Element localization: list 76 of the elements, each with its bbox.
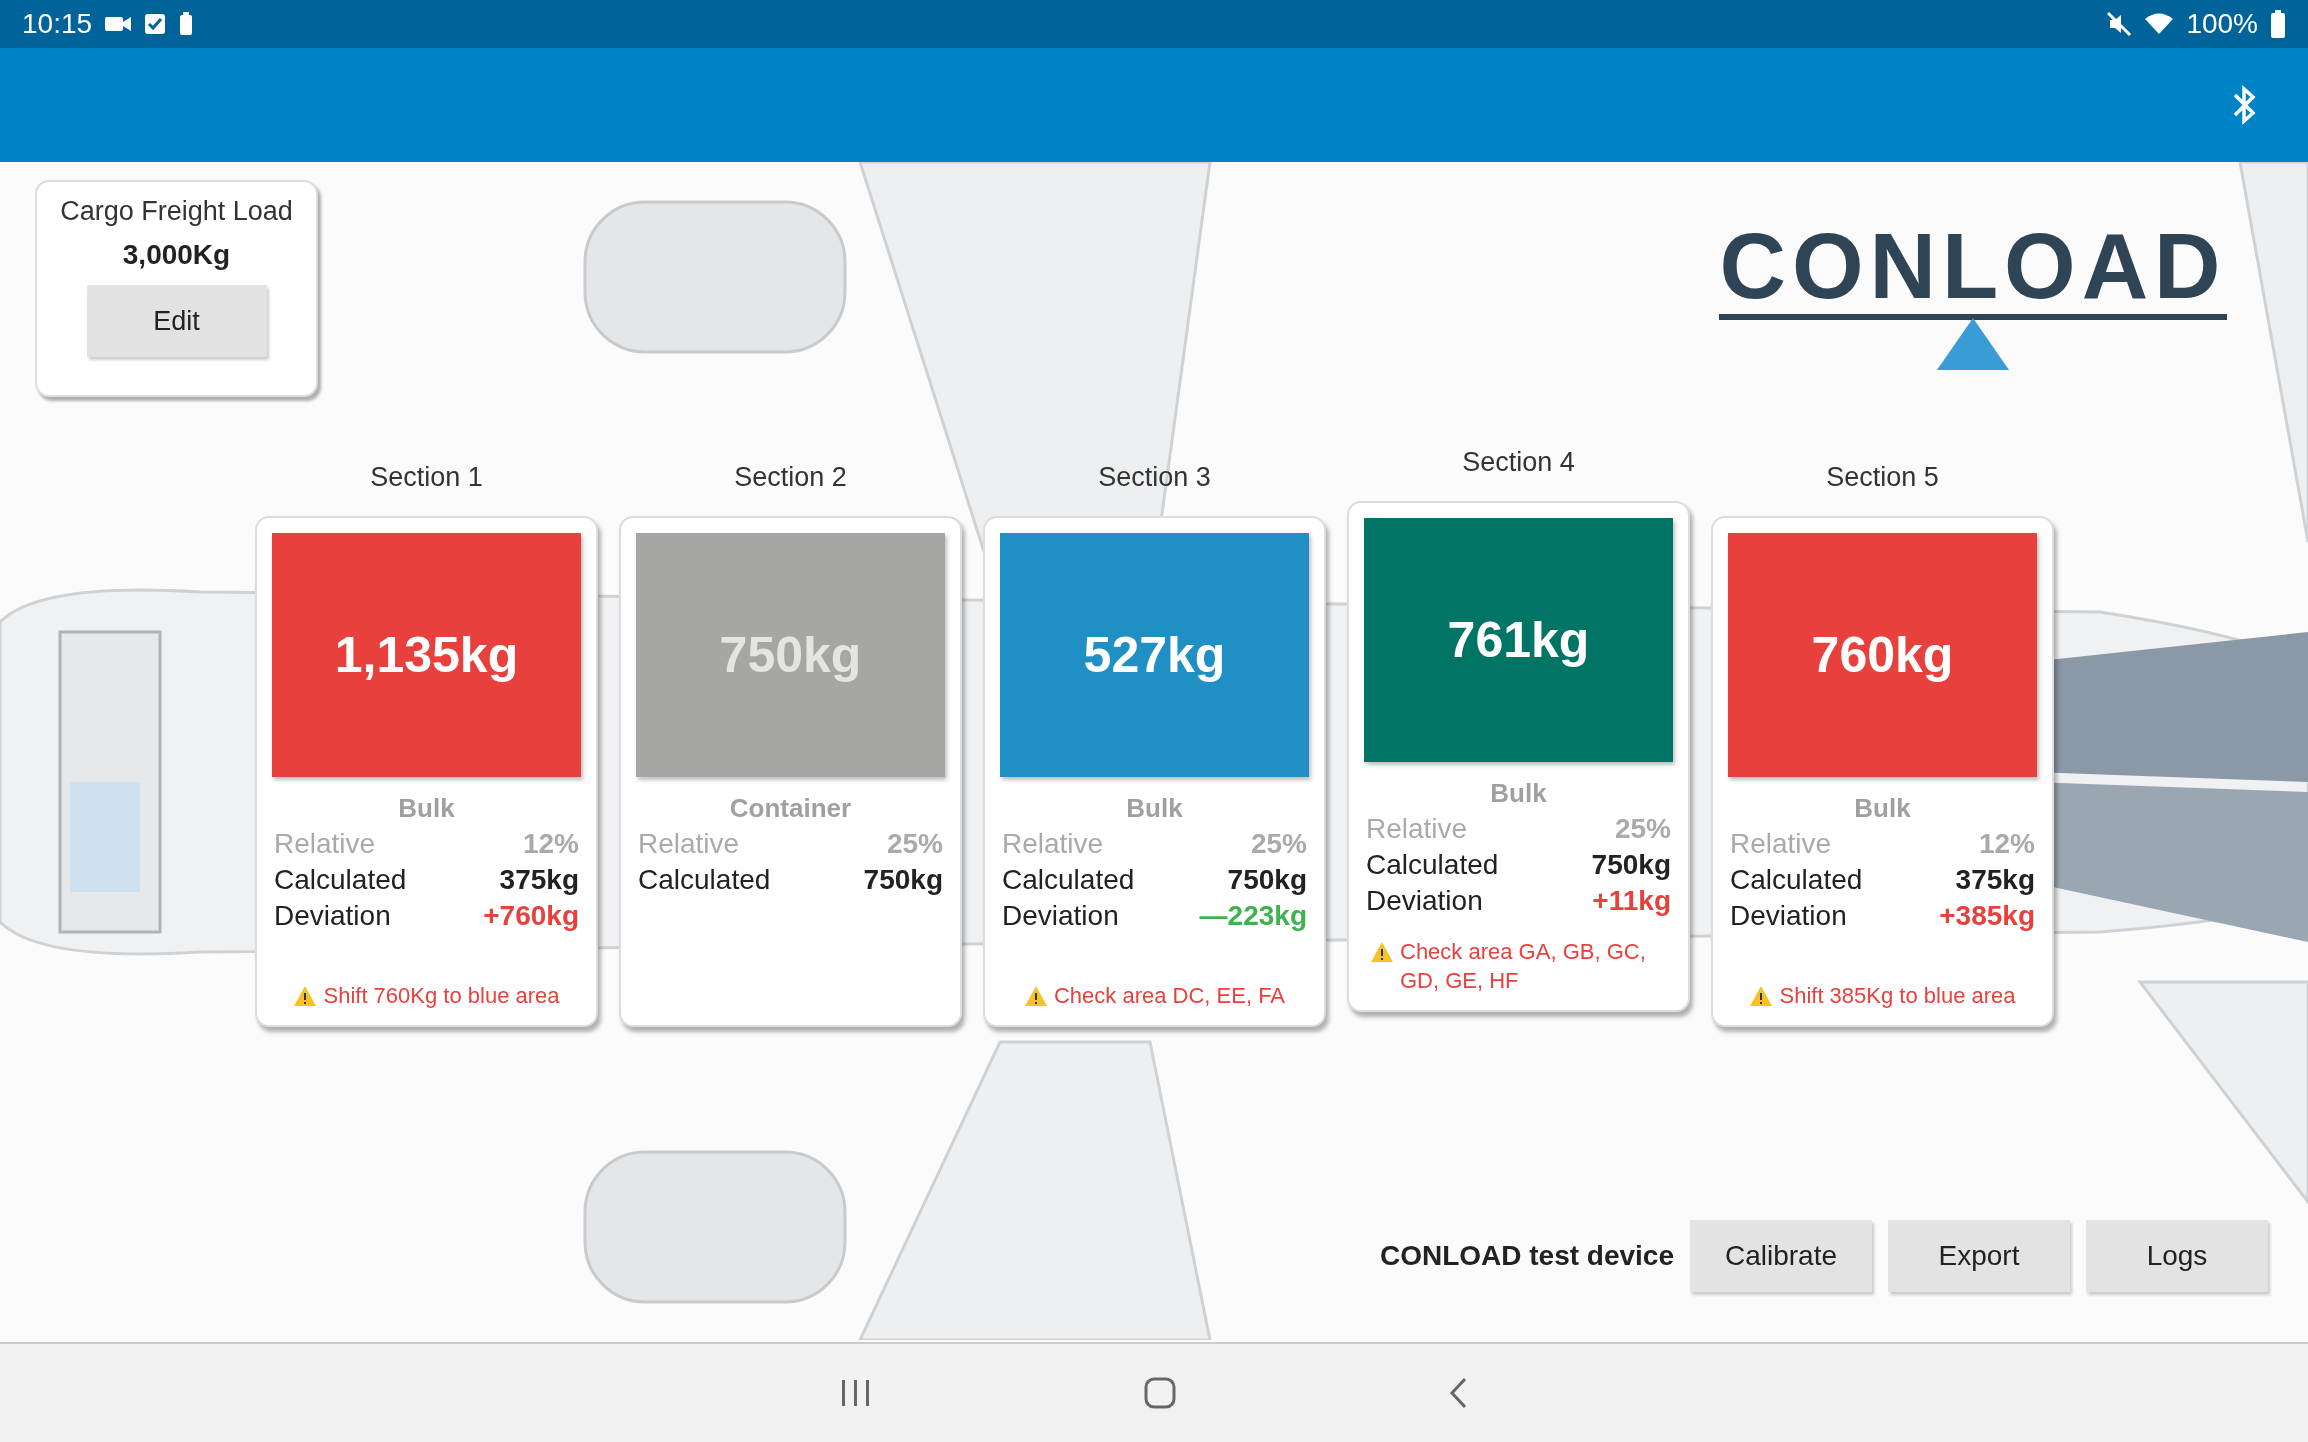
warning-icon	[1749, 985, 1774, 1008]
back-icon[interactable]	[1447, 1376, 1469, 1410]
status-time: 10:15	[22, 8, 93, 40]
checkbox-icon	[144, 13, 167, 35]
edit-button[interactable]: Edit	[86, 285, 267, 357]
section-label: Section 3	[1098, 462, 1211, 494]
relative-label: Relative	[274, 828, 376, 860]
relative-label: Relative	[1366, 813, 1468, 845]
warning-text: Check area DC, EE, FA	[1053, 982, 1286, 1011]
relative-label: Relative	[638, 828, 740, 860]
cargo-type: Bulk	[1125, 793, 1184, 824]
deviation-value: +385kg	[1939, 900, 2035, 932]
weight-block: 1,135kg	[272, 533, 581, 777]
deviation-value: +760kg	[483, 900, 579, 932]
freight-title: Cargo Freight Load	[60, 196, 293, 227]
section-card[interactable]: 1,135kg Bulk Relative 12% Calculated 375kg Deviation +760kg Shift 760Kg to blue area	[255, 516, 598, 1027]
relative-value: 25%	[1250, 828, 1307, 860]
calculated-value: 750kg	[863, 864, 943, 896]
warning-icon	[1370, 940, 1394, 963]
deviation-label: Deviation	[1366, 885, 1483, 917]
battery-percentage: 100%	[2186, 8, 2258, 40]
warning-text: Shift 385Kg to blue area	[1779, 982, 2016, 1011]
deviation-value: —223kg	[1199, 900, 1307, 932]
weight-block: 527kg	[1000, 533, 1309, 777]
calculated-label: Calculated	[1366, 849, 1499, 881]
relative-value: 12%	[522, 828, 579, 860]
battery-small-icon	[178, 12, 195, 36]
weight-block: 750kg	[636, 533, 945, 777]
logo-text: CONLOAD	[1719, 220, 2227, 320]
relative-label: Relative	[1002, 828, 1104, 860]
section-card[interactable]: 527kg Bulk Relative 25% Calculated 750kg Deviation —223kg Check area DC, EE, FA	[983, 516, 1326, 1027]
warning-text: Shift 760Kg to blue area	[323, 982, 560, 1011]
section-label: Section 1	[370, 462, 483, 494]
relative-label: Relative	[1730, 828, 1832, 860]
section-card[interactable]: 760kg Bulk Relative 12% Calculated 375kg Deviation +385kg Shift 385Kg to blue area	[1711, 516, 2054, 1027]
cargo-type: Bulk	[397, 793, 456, 824]
action-button[interactable]: Logs	[2086, 1220, 2268, 1292]
calculated-label: Calculated	[274, 864, 407, 896]
deviation-label: Deviation	[1730, 900, 1847, 932]
freight-value: 3,000Kg	[122, 239, 231, 271]
deviation-value: +11kg	[1592, 885, 1671, 917]
video-camera-icon	[104, 14, 133, 34]
warning-text: Check area GA, GB, GC, GD, GE, HF	[1400, 937, 1647, 996]
home-icon[interactable]	[1143, 1376, 1177, 1410]
relative-value: 12%	[1978, 828, 2035, 860]
battery-icon	[2270, 10, 2286, 38]
weight-block: 760kg	[1728, 533, 2037, 777]
calculated-value: 750kg	[1227, 864, 1307, 896]
warning-icon	[293, 985, 318, 1008]
section-label: Section 2	[734, 462, 847, 494]
deviation-label: Deviation	[1002, 900, 1119, 932]
cargo-type: Bulk	[1853, 793, 1912, 824]
action-button[interactable]: Export	[1888, 1220, 2070, 1292]
cargo-type: Bulk	[1489, 778, 1548, 809]
calculated-label: Calculated	[1730, 864, 1863, 896]
wifi-icon	[2144, 12, 2175, 36]
warning-icon	[1023, 985, 1048, 1008]
section-label: Section 4	[1462, 447, 1575, 479]
weight-block: 761kg	[1364, 518, 1673, 762]
section-card[interactable]: 761kg Bulk Relative 25% Calculated 750kg Deviation +11kg Check area GA, GB, GC, GD, GE, HF	[1347, 501, 1690, 1012]
device-name: CONLOAD test device	[1379, 1240, 1674, 1272]
relative-value: 25%	[886, 828, 943, 860]
bluetooth-icon[interactable]	[2232, 84, 2258, 126]
relative-value: 25%	[1614, 813, 1671, 845]
logo-triangle-icon	[1937, 318, 2009, 370]
cargo-type: Container	[728, 793, 853, 824]
section-card[interactable]: 750kg Container Relative 25% Calculated 750kg	[619, 516, 962, 1027]
section-label: Section 5	[1826, 462, 1939, 494]
calculated-value: 750kg	[1591, 849, 1671, 881]
calculated-label: Calculated	[1002, 864, 1135, 896]
calculated-value: 375kg	[499, 864, 579, 896]
calculated-value: 375kg	[1955, 864, 2035, 896]
calculated-label: Calculated	[638, 864, 771, 896]
deviation-label: Deviation	[274, 900, 391, 932]
action-button[interactable]: Calibrate	[1690, 1220, 1872, 1292]
mute-icon	[2106, 11, 2133, 37]
